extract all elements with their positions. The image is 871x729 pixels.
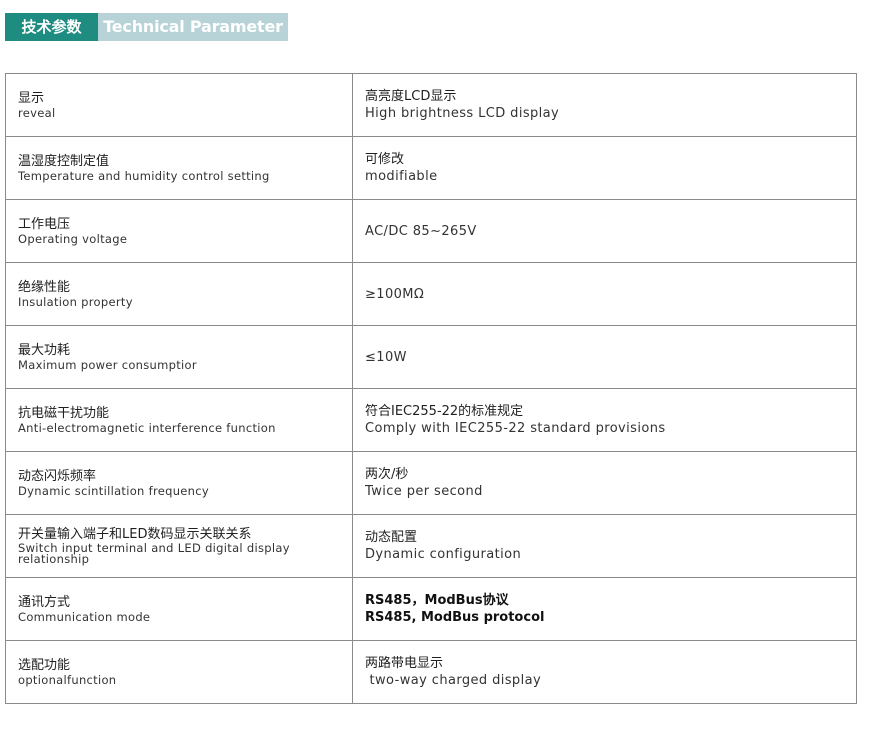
param-name-en: Temperature and humidity control setting	[18, 169, 270, 183]
param-value-cn: RS485，ModBus协议	[365, 592, 509, 608]
param-value-cn: 两次/秒	[365, 466, 409, 482]
header-title-en: Technical Parameter	[98, 13, 288, 41]
param-value-cell: RS485，ModBus协议 RS485, ModBus protocol	[352, 577, 857, 641]
param-value-cn: 可修改	[365, 151, 405, 167]
param-name-cn: 抗电磁干扰功能	[18, 406, 110, 421]
param-value-cell: AC/DC 85~265V	[352, 199, 857, 263]
param-name-cn: 最大功耗	[18, 343, 71, 358]
param-value-cell: ≥100MΩ	[352, 262, 857, 326]
param-name-cn: 绝缘性能	[18, 280, 71, 295]
param-value-en: Twice per second	[365, 483, 483, 499]
table-row: 最大功耗 Maximum power consumptior ≤10W	[5, 325, 857, 389]
table-row: 通讯方式 Communication mode RS485，ModBus协议 R…	[5, 577, 857, 641]
param-name-cell: 开关量输入端子和LED数码显示关联关系 Switch input termina…	[5, 514, 353, 578]
table-row: 抗电磁干扰功能 Anti-electromagnetic interferenc…	[5, 388, 857, 452]
table-row: 开关量输入端子和LED数码显示关联关系 Switch input termina…	[5, 514, 857, 578]
table-row: 动态闪烁频率 Dynamic scintillation frequency 两…	[5, 451, 857, 515]
param-name-cn: 工作电压	[18, 217, 71, 232]
table-row: 显示 reveal 高亮度LCD显示 High brightness LCD d…	[5, 73, 857, 137]
param-value-cn: 符合IEC255-22的标准规定	[365, 403, 524, 419]
param-value-en: ≥100MΩ	[365, 286, 425, 302]
param-value-en: AC/DC 85~265V	[365, 223, 477, 239]
param-name-en: Anti-electromagnetic interference functi…	[18, 421, 276, 435]
param-name-en: Communication mode	[18, 610, 151, 624]
table-row: 工作电压 Operating voltage AC/DC 85~265V	[5, 199, 857, 263]
param-value-en: ≤10W	[365, 349, 407, 365]
param-name-cell: 绝缘性能 Insulation property	[5, 262, 353, 326]
param-value-cell: 可修改 modifiable	[352, 136, 857, 200]
param-name-en: Maximum power consumptior	[18, 358, 197, 372]
param-name-cell: 动态闪烁频率 Dynamic scintillation frequency	[5, 451, 353, 515]
param-value-cell: 两路带电显示 two-way charged display	[352, 640, 857, 704]
param-name-cn: 动态闪烁频率	[18, 469, 97, 484]
param-value-cn: 两路带电显示	[365, 655, 444, 671]
param-name-cell: 最大功耗 Maximum power consumptior	[5, 325, 353, 389]
param-value-cell: 动态配置 Dynamic configuration	[352, 514, 857, 578]
param-name-cn: 选配功能	[18, 658, 71, 673]
param-name-cn: 显示	[18, 91, 45, 106]
param-value-en: modifiable	[365, 168, 438, 184]
param-value-cell: 两次/秒 Twice per second	[352, 451, 857, 515]
table-row: 绝缘性能 Insulation property ≥100MΩ	[5, 262, 857, 326]
param-name-en: reveal	[18, 106, 56, 120]
param-name-en: Operating voltage	[18, 232, 128, 246]
param-value-en: High brightness LCD display	[365, 105, 560, 121]
param-name-en: optionalfunction	[18, 673, 117, 687]
param-name-cell: 工作电压 Operating voltage	[5, 199, 353, 263]
param-name-cell: 抗电磁干扰功能 Anti-electromagnetic interferenc…	[5, 388, 353, 452]
param-value-cell: 符合IEC255-22的标准规定 Comply with IEC255-22 s…	[352, 388, 857, 452]
param-value-en: RS485, ModBus protocol	[365, 609, 545, 625]
param-name-cell: 选配功能 optionalfunction	[5, 640, 353, 704]
param-name-cell: 显示 reveal	[5, 73, 353, 137]
spec-table: 显示 reveal 高亮度LCD显示 High brightness LCD d…	[5, 73, 857, 704]
param-name-en: Switch input terminal and LED digital di…	[18, 541, 290, 566]
param-value-cn: 高亮度LCD显示	[365, 88, 457, 104]
param-name-cell: 温湿度控制定值 Temperature and humidity control…	[5, 136, 353, 200]
param-name-cell: 通讯方式 Communication mode	[5, 577, 353, 641]
param-value-en: Comply with IEC255-22 standard provision…	[365, 420, 666, 436]
param-name-cn: 通讯方式	[18, 595, 71, 610]
param-name-en: Insulation property	[18, 295, 133, 309]
param-name-en: Dynamic scintillation frequency	[18, 484, 209, 498]
param-value-cn: 动态配置	[365, 529, 418, 545]
param-name-cn: 温湿度控制定值	[18, 154, 110, 169]
param-value-cell: 高亮度LCD显示 High brightness LCD display	[352, 73, 857, 137]
param-value-cell: ≤10W	[352, 325, 857, 389]
param-value-en: Dynamic configuration	[365, 546, 522, 562]
section-header: 技术参数 Technical Parameter	[5, 13, 288, 41]
table-row: 温湿度控制定值 Temperature and humidity control…	[5, 136, 857, 200]
param-value-en: two-way charged display	[365, 672, 542, 688]
header-title-cn: 技术参数	[5, 13, 98, 41]
table-row: 选配功能 optionalfunction 两路带电显示 two-way cha…	[5, 640, 857, 704]
